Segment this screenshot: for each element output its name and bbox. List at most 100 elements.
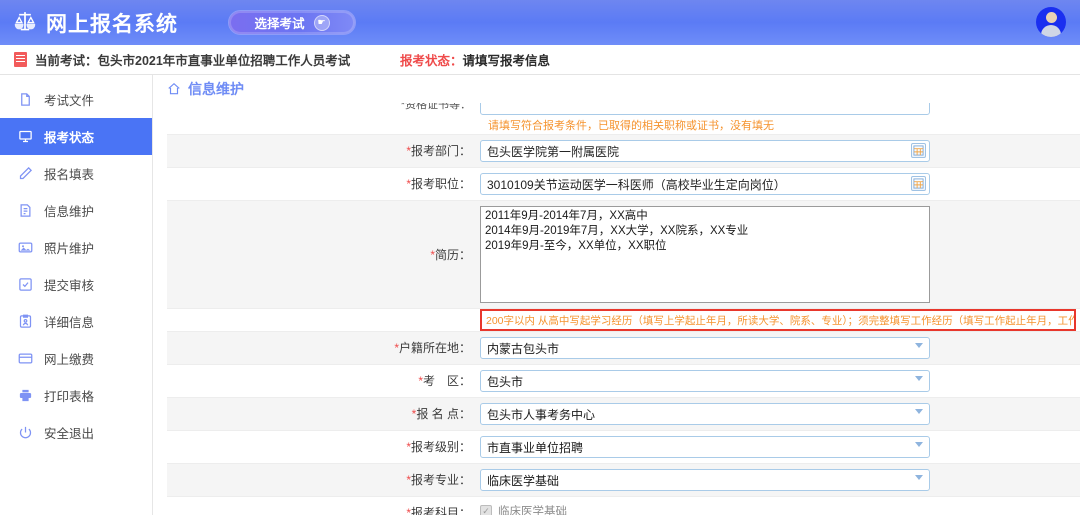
- exam-subject-checkbox[interactable]: ✓: [480, 505, 492, 515]
- resume-warning-box: 200字以内 从高中写起学习经历（填写上学起止年月，所读大学、院系、专业）；须完…: [480, 309, 1076, 331]
- file-icon: [17, 92, 33, 108]
- sidebar-item-label: 打印表格: [44, 390, 95, 404]
- position-input[interactable]: [480, 173, 930, 195]
- resume-control: 2011年9月-2014年7月，XX高中 2014年9月-2019年7月，XX大…: [480, 201, 1080, 308]
- department-input[interactable]: [480, 140, 930, 162]
- form-edit-icon: [17, 203, 33, 219]
- position-label: *报考职位：: [167, 168, 480, 200]
- department-label: *报考部门：: [167, 135, 480, 167]
- current-exam-text: 当前考试：包头市2021年市直事业单位招聘工作人员考试: [35, 54, 351, 68]
- sidebar-item-print-form[interactable]: 打印表格: [0, 377, 152, 414]
- monitor-icon: [17, 129, 33, 145]
- resume-label-text: 简历：: [434, 247, 471, 262]
- logo-area: 网上报名系统: [12, 8, 178, 38]
- form-row-certificate-clipped: *资格证书等：: [167, 103, 1080, 116]
- avatar-head: [1045, 12, 1057, 23]
- sidebar-item-label: 信息维护: [44, 205, 95, 219]
- registration-point-control: [480, 398, 1080, 425]
- exam-subject-control: ✓ 临床医学基础: [480, 497, 1080, 515]
- document-icon: [14, 52, 27, 67]
- exam-major-select[interactable]: [480, 469, 930, 491]
- sidebar-item-registration-status[interactable]: 报考状态: [0, 118, 152, 155]
- exam-level-label: *报考级别：: [167, 431, 480, 463]
- registration-point-label-text: 报 名 点：: [416, 407, 471, 421]
- select-exam-button[interactable]: 选择考试 ☛: [228, 10, 356, 35]
- exam-status-bar: 当前考试：包头市2021年市直事业单位招聘工作人员考试 报考状态：请填写报考信息: [0, 45, 1080, 75]
- certificate-label: *资格证书等：: [400, 103, 471, 111]
- sidebar-item-label: 考试文件: [44, 94, 95, 108]
- registration-status-key: 报考状态：: [400, 54, 463, 68]
- household-select[interactable]: [480, 337, 930, 359]
- sidebar-item-detail-info[interactable]: 详细信息: [0, 303, 152, 340]
- sidebar-item-label: 详细信息: [44, 316, 95, 330]
- breadcrumb: 信息维护: [153, 75, 1080, 103]
- exam-level-control: [480, 431, 1080, 458]
- form-row-resume: *简历： 2011年9月-2014年7月，XX高中 2014年9月-2019年7…: [167, 201, 1080, 309]
- resume-label: *简历：: [167, 202, 480, 308]
- certificate-input[interactable]: [480, 103, 930, 115]
- exam-subject-label: *报考科目：: [167, 497, 480, 515]
- sidebar-item-label: 安全退出: [44, 427, 95, 441]
- hand-pointer-icon: ☛: [313, 14, 330, 31]
- sidebar-item-photo-maintenance[interactable]: 照片维护: [0, 229, 152, 266]
- sidebar-item-exam-files[interactable]: 考试文件: [0, 81, 152, 118]
- sidebar-item-application-form[interactable]: 报名填表: [0, 155, 152, 192]
- household-control: [480, 332, 1080, 359]
- department-label-text: 报考部门：: [410, 144, 471, 158]
- user-avatar[interactable]: [1036, 7, 1066, 37]
- household-label-text: 户籍所在地：: [398, 341, 471, 355]
- exam-major-label: *报考专业：: [167, 464, 480, 496]
- resume-warning-row: 200字以内 从高中写起学习经历（填写上学起止年月，所读大学、院系、专业）；须完…: [167, 309, 1080, 332]
- exam-district-control: [480, 365, 1080, 392]
- exam-district-label-text: 考 区：: [422, 374, 471, 388]
- position-control: [480, 168, 1080, 195]
- certificate-hint-text: 请填写符合报考条件，已取得的相关职称或证书，没有填无: [488, 120, 774, 132]
- sidebar-item-label: 照片维护: [44, 242, 95, 256]
- select-exam-label: 选择考试: [254, 17, 305, 31]
- registration-point-label: *报 名 点：: [167, 398, 480, 430]
- resume-textarea[interactable]: 2011年9月-2014年7月，XX高中 2014年9月-2019年7月，XX大…: [480, 206, 930, 303]
- grid-picker-icon[interactable]: [911, 143, 926, 158]
- form-row-registration-point: *报 名 点：: [167, 398, 1080, 431]
- registration-status-value: 请填写报考信息: [462, 54, 551, 68]
- form-row-exam-major: *报考专业：: [167, 464, 1080, 497]
- warning-spacer: [167, 309, 480, 331]
- form-row-position: *报考职位：: [167, 168, 1080, 201]
- app-title: 网上报名系统: [46, 12, 178, 36]
- exam-major-control: [480, 464, 1080, 491]
- sidebar-item-info-maintenance[interactable]: 信息维护: [0, 192, 152, 229]
- exam-level-select[interactable]: [480, 436, 930, 458]
- page-title: 信息维护: [188, 81, 244, 97]
- card-icon: [17, 351, 33, 367]
- sidebar-item-label: 提交审核: [44, 279, 95, 293]
- sidebar-nav: 考试文件 报考状态 报名填表 信息维护 照片维护 提交审核 详细信息 网上缴费 …: [0, 75, 153, 515]
- image-icon: [17, 240, 33, 256]
- avatar-body: [1041, 25, 1061, 37]
- scales-icon: [12, 10, 38, 36]
- registration-point-select[interactable]: [480, 403, 930, 425]
- sidebar-item-label: 网上缴费: [44, 353, 95, 367]
- sidebar-item-logout[interactable]: 安全退出: [0, 414, 152, 451]
- clipboard-user-icon: [17, 314, 33, 330]
- exam-subject-label-text: 报考科目：: [410, 506, 471, 515]
- sidebar-item-label: 报名填表: [44, 168, 95, 182]
- household-label: *户籍所在地：: [167, 332, 480, 364]
- form-row-exam-subject: *报考科目： ✓ 临床医学基础: [167, 497, 1080, 515]
- sidebar-item-online-payment[interactable]: 网上缴费: [0, 340, 152, 377]
- certificate-control: [480, 103, 1080, 115]
- form-row-exam-district: *考 区：: [167, 365, 1080, 398]
- exam-district-select[interactable]: [480, 370, 930, 392]
- exam-subject-checkbox-label: 临床医学基础: [498, 506, 567, 515]
- form-row-household: *户籍所在地：: [167, 332, 1080, 365]
- position-label-text: 报考职位：: [410, 177, 471, 191]
- app-header: 网上报名系统 选择考试 ☛: [0, 0, 1080, 45]
- pencil-icon: [17, 166, 33, 182]
- resume-warning-text: 200字以内 从高中写起学习经历（填写上学起止年月，所读大学、院系、专业）；须完…: [486, 314, 1076, 327]
- form-row-exam-level: *报考级别：: [167, 431, 1080, 464]
- form-scroll-area[interactable]: *资格证书等： 请填写符合报考条件，已取得的相关职称或证书，没有填无 *报考部门…: [167, 103, 1080, 515]
- grid-picker-icon[interactable]: [911, 176, 926, 191]
- registration-status: 报考状态：请填写报考信息: [400, 50, 550, 69]
- sidebar-item-submit-review[interactable]: 提交审核: [0, 266, 152, 303]
- home-icon: [167, 82, 181, 96]
- exam-district-label: *考 区：: [167, 365, 480, 397]
